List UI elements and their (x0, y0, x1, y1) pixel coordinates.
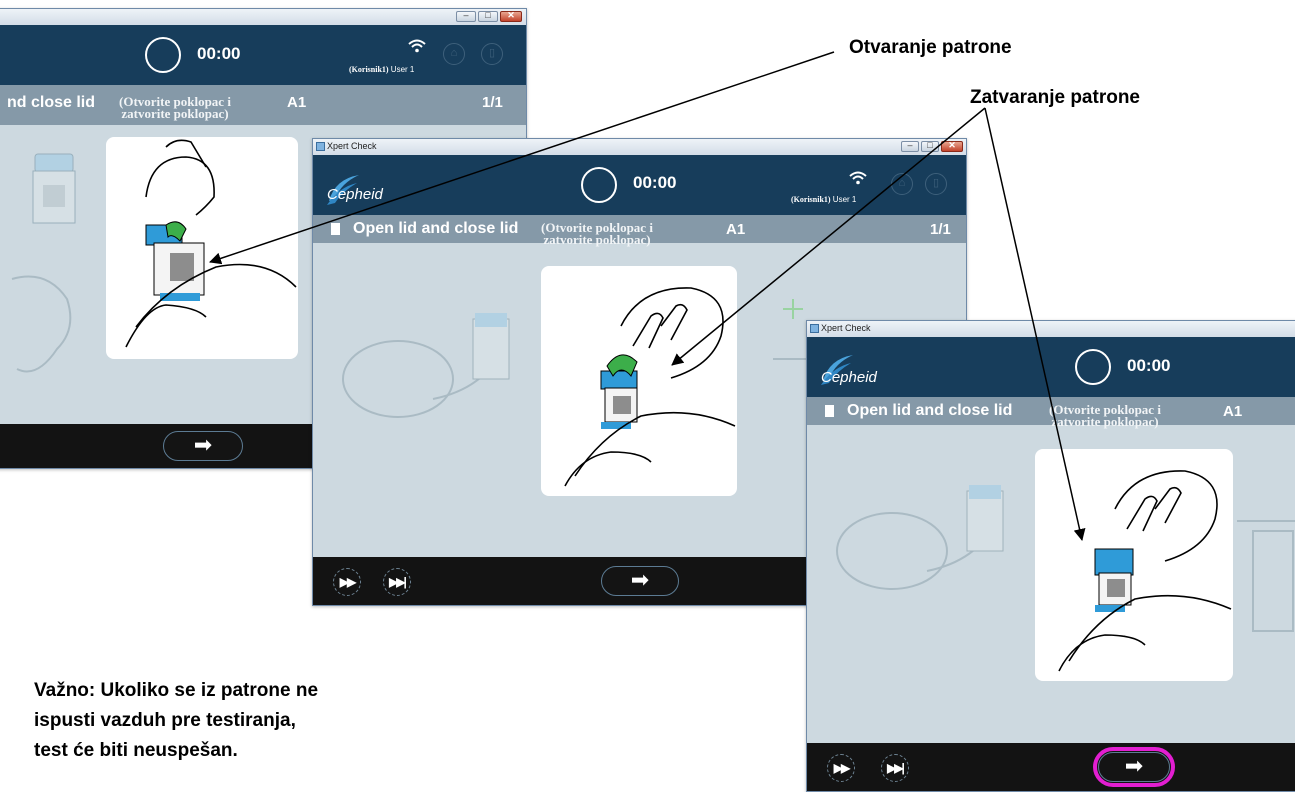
annotation-arrows (209, 51, 1086, 541)
arrow-close-to-window3 (984, 107, 1086, 541)
arrow-close-to-window2 (671, 107, 986, 366)
label-open-cartridge: Otvaranje patrone (849, 37, 1012, 58)
arrow-open-window2-card (232, 60, 810, 258)
important-note: Važno: Ukoliko se iz patrone ne ispusti … (34, 680, 319, 761)
label-close-cartridge: Zatvaranje patrone (970, 87, 1140, 108)
